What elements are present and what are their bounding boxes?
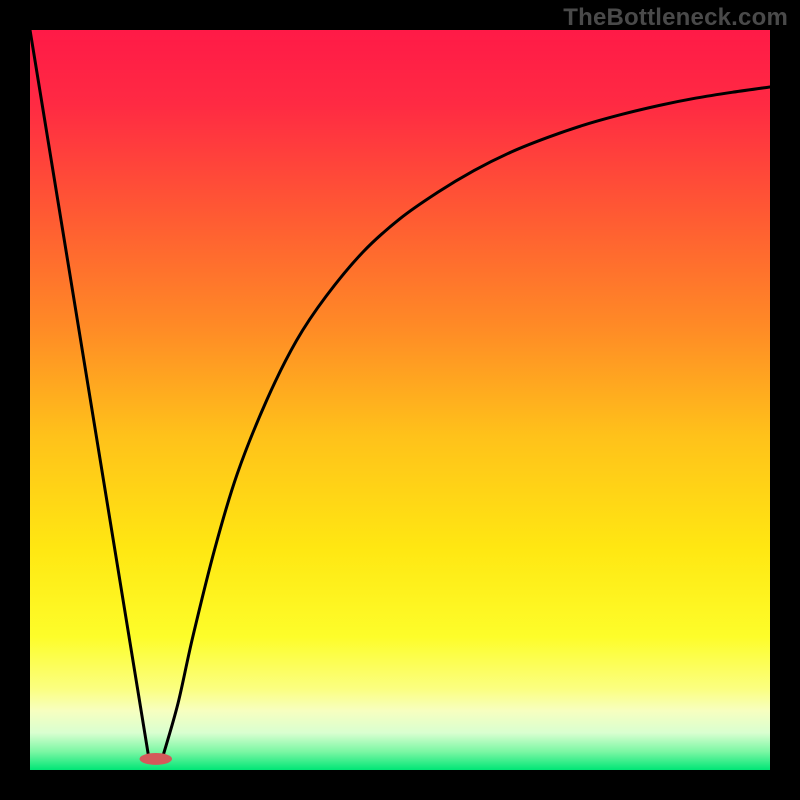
curve-layer [30, 30, 770, 770]
plot-outer [30, 30, 770, 770]
plot-area [30, 30, 770, 770]
min-point-marker [140, 753, 173, 765]
chart-frame: TheBottleneck.com [0, 0, 800, 800]
curve-right [163, 87, 770, 755]
watermark-text: TheBottleneck.com [563, 4, 788, 32]
curve-left-line [30, 30, 148, 755]
